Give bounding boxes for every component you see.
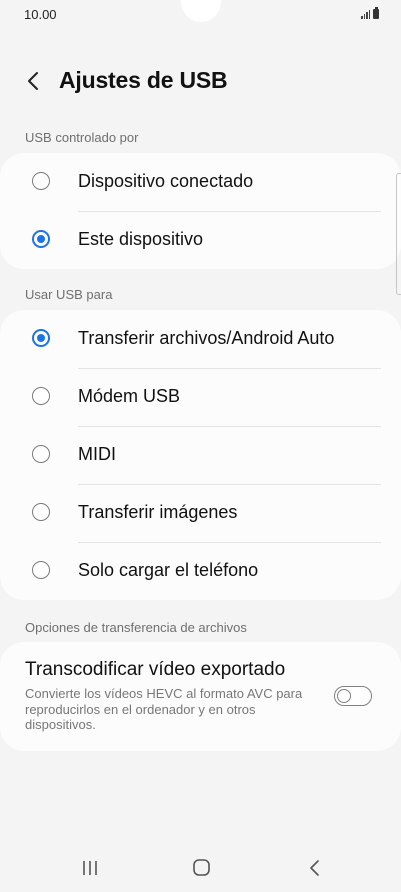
option-this-device[interactable]: Este dispositivo [0, 211, 401, 269]
status-bar: 10.00 [0, 0, 401, 30]
recent-apps-button[interactable] [75, 858, 105, 880]
status-time: 10.00 [24, 7, 57, 22]
option-label: Solo cargar el teléfono [78, 560, 259, 580]
transcode-toggle-switch[interactable] [334, 686, 372, 706]
recent-apps-icon [83, 861, 97, 875]
scroll-indicator[interactable] [396, 173, 401, 295]
transcode-title: Transcodificar vídeo exportado [25, 659, 286, 680]
back-button[interactable] [22, 66, 48, 96]
home-button[interactable] [186, 858, 216, 880]
use-usb-for-card: Transferir archivos/Android Auto Módem U… [0, 310, 401, 600]
radio-transfer-images[interactable] [32, 503, 50, 521]
option-charge-only[interactable]: Solo cargar el teléfono [0, 542, 401, 600]
camera-notch [181, 0, 221, 22]
option-label: Transferir archivos/Android Auto [78, 328, 335, 348]
option-label: MIDI [78, 444, 116, 464]
app-header: Ajustes de USB [0, 58, 401, 104]
navigation-bar [0, 840, 401, 892]
option-label: Módem USB [78, 386, 181, 406]
usb-controlled-by-card: Dispositivo conectado Este dispositivo [0, 153, 401, 269]
home-icon [193, 859, 210, 876]
nav-back-button[interactable] [300, 858, 330, 880]
nav-back-icon [310, 860, 319, 876]
page-title: Ajustes de USB [59, 67, 228, 93]
option-usb-modem[interactable]: Módem USB [0, 368, 401, 426]
option-midi[interactable]: MIDI [0, 426, 401, 484]
transcode-description: Convierte los vídeos HEVC al formato AVC… [25, 686, 303, 732]
option-label: Dispositivo conectado [78, 171, 254, 191]
back-arrow-icon [28, 72, 38, 90]
radio-this-device[interactable] [32, 230, 50, 248]
option-connected-device[interactable]: Dispositivo conectado [0, 153, 401, 211]
option-label: Este dispositivo [78, 229, 204, 249]
section-label-usb-controlled-by: USB controlado por [25, 130, 139, 145]
radio-charge-only[interactable] [32, 561, 50, 579]
signal-icon [361, 10, 370, 19]
option-transfer-images[interactable]: Transferir imágenes [0, 484, 401, 542]
radio-usb-modem[interactable] [32, 387, 50, 405]
radio-connected-device[interactable] [32, 172, 50, 190]
option-label: Transferir imágenes [78, 502, 238, 522]
radio-file-transfer[interactable] [32, 329, 50, 347]
status-icons [361, 7, 379, 19]
radio-midi[interactable] [32, 445, 50, 463]
section-label-use-usb-for: Usar USB para [25, 287, 113, 302]
option-file-transfer[interactable]: Transferir archivos/Android Auto [0, 310, 401, 368]
battery-icon [373, 7, 379, 19]
switch-knob [336, 688, 351, 703]
section-label-file-transfer-options: Opciones de transferencia de archivos [25, 620, 247, 635]
